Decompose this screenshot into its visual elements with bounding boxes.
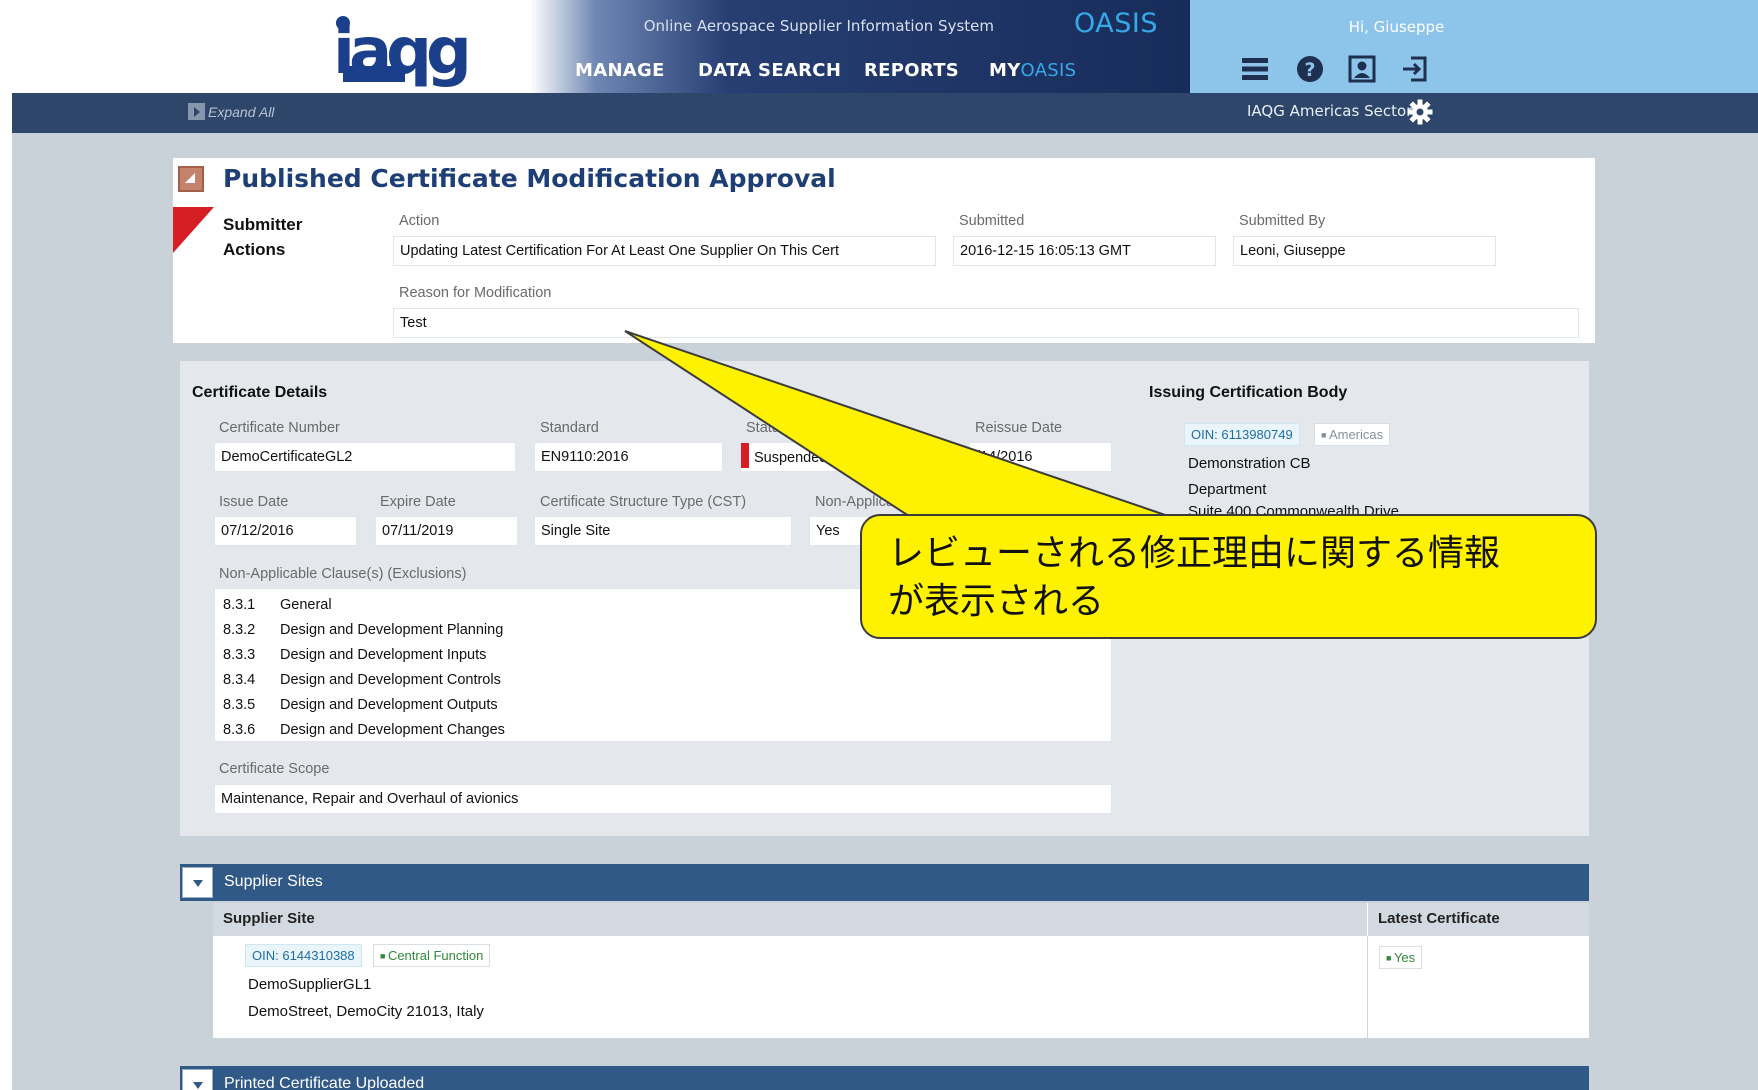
callout-pointer-join [897, 518, 1190, 522]
